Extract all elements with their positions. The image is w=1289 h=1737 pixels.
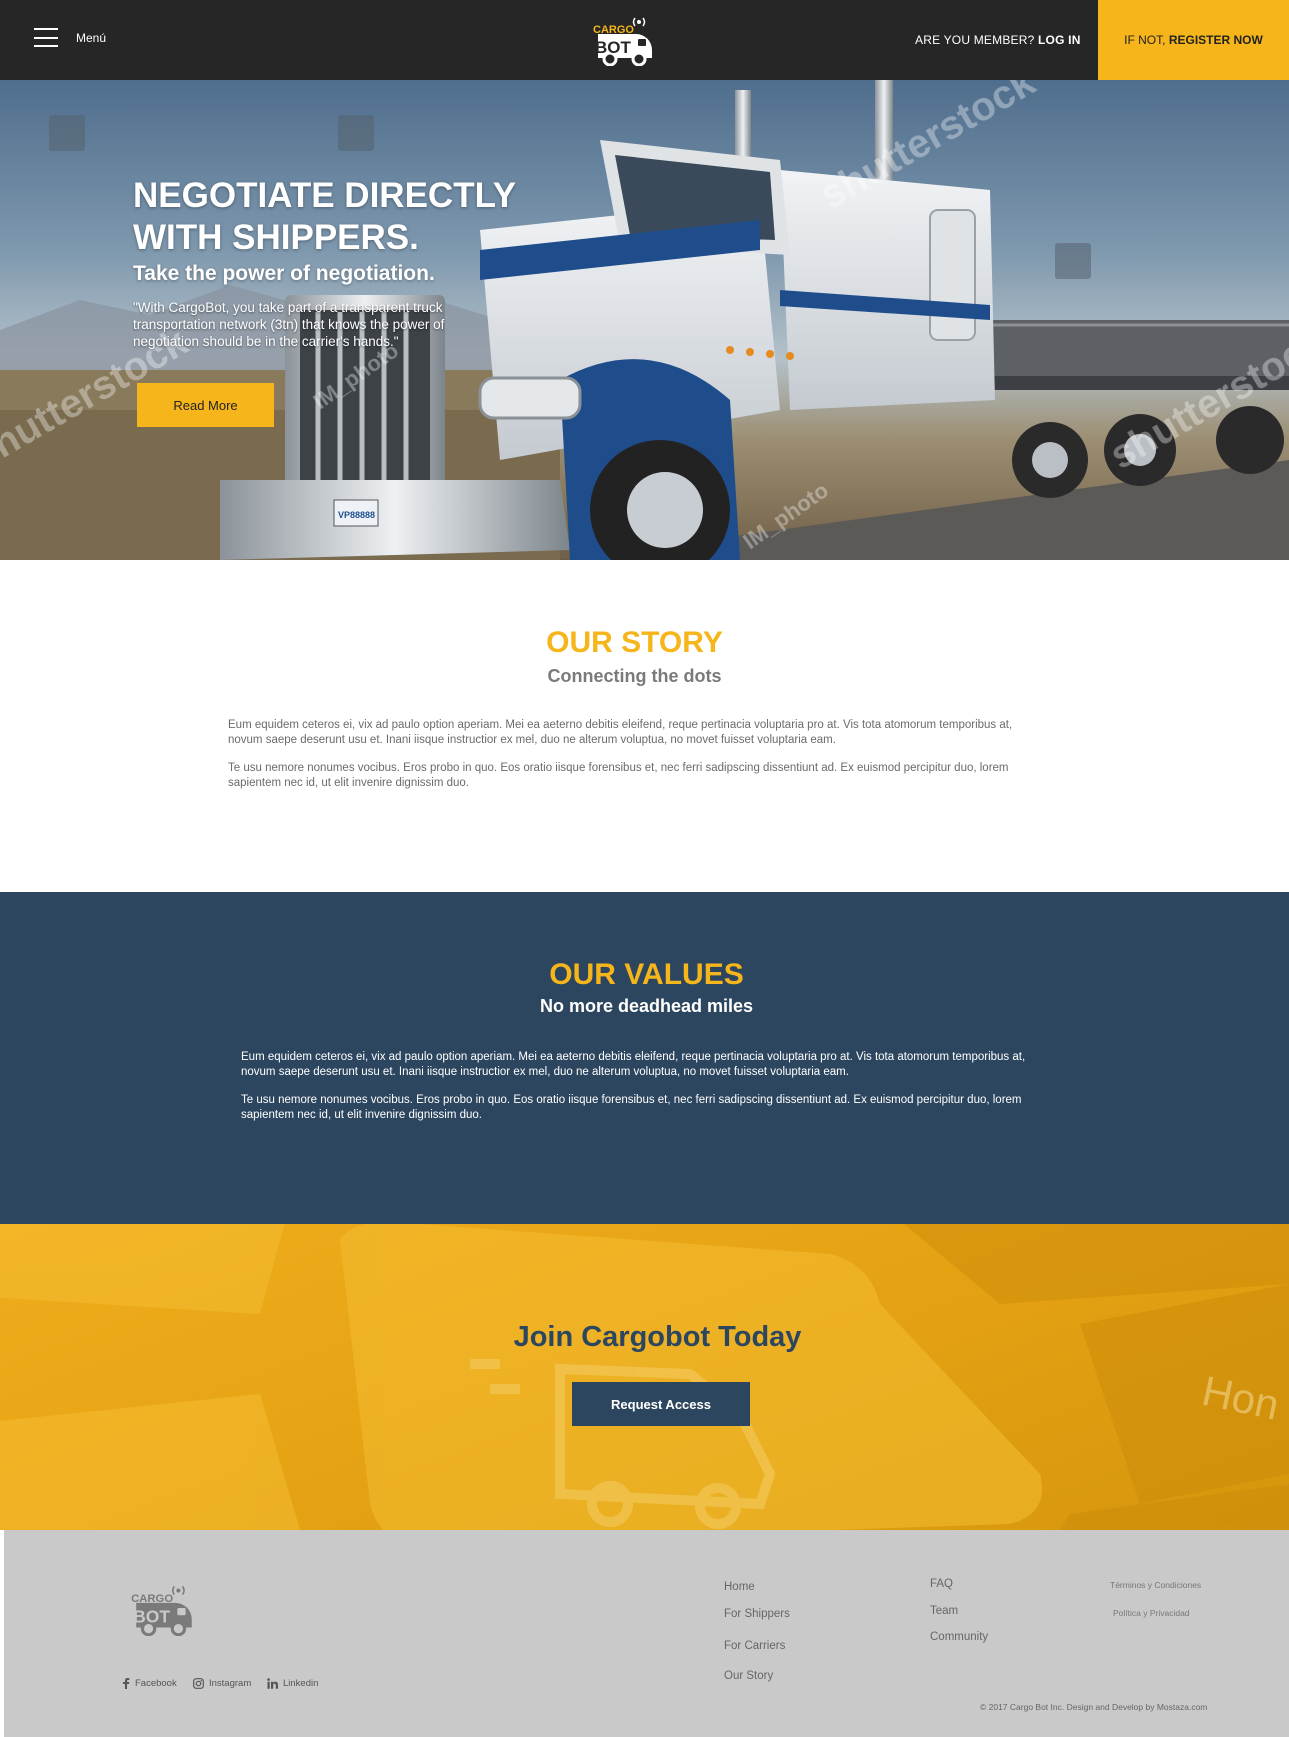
- site-footer: CARGO BOT Facebook Instagram Linkedin Ho…: [4, 1530, 1289, 1737]
- linkedin-icon: [267, 1678, 278, 1689]
- values-paragraph: Te usu nemore nonumes vocibus. Eros prob…: [241, 1094, 1022, 1121]
- license-plate-text: VP88888: [338, 510, 375, 520]
- values-subtitle: No more deadhead miles: [539, 996, 754, 1016]
- read-more-button[interactable]: Read More: [137, 383, 274, 427]
- our-story-section: OUR STORY Connecting the dots Eum equide…: [0, 560, 1289, 892]
- footer-logo-text-bot: BOT: [133, 1606, 170, 1626]
- keyboard-background-image: Hon: [0, 1224, 1289, 1530]
- footer-link-team[interactable]: Team: [930, 1605, 958, 1617]
- copyright-text: © 2017 Cargo Bot Inc. Design and Develop…: [980, 1702, 1208, 1712]
- hero-banner: VP88888 shutterstock IM_photo IM_photo s…: [0, 80, 1289, 560]
- join-title: Join Cargobot Today: [513, 1321, 802, 1353]
- footer-link-for-carriers[interactable]: For Carriers: [724, 1640, 785, 1652]
- hero-quote: "With CargoBot, you take part of a trans…: [133, 300, 445, 349]
- footer-link-community[interactable]: Community: [930, 1631, 988, 1643]
- story-paragraph: Eum equidem ceteros ei, vix ad paulo opt…: [228, 719, 1013, 746]
- logo-text-cargo: CARGO: [593, 24, 634, 36]
- hero-title: NEGOTIATE DIRECTLY WITH SHIPPERS.: [133, 176, 516, 257]
- footer-link-privacy[interactable]: Política y Privacidad: [1113, 1608, 1190, 1618]
- footer-link-faq[interactable]: FAQ: [930, 1578, 953, 1590]
- values-paragraph: Eum equidem ceteros ei, vix ad paulo opt…: [241, 1051, 1026, 1078]
- cargobot-logo[interactable]: CARGO BOT: [590, 12, 660, 67]
- register-prefix: IF NOT,: [1124, 33, 1166, 47]
- facebook-icon: [123, 1678, 130, 1689]
- logo-text-bot: BOT: [595, 38, 632, 57]
- join-section: Hon Join Cargobot Today Request Access: [0, 1224, 1289, 1530]
- login-label: LOG IN: [1038, 33, 1081, 47]
- hero-subtitle: Take the power of negotiation.: [133, 262, 435, 285]
- site-header: Menú CARGO BOT ARE YOU MEMBER? LOG IN IF…: [0, 0, 1289, 80]
- login-link[interactable]: ARE YOU MEMBER? LOG IN: [915, 33, 1081, 47]
- register-button[interactable]: IF NOT, REGISTER NOW: [1098, 0, 1289, 80]
- facebook-link[interactable]: Facebook: [122, 1678, 177, 1689]
- our-values-section: OUR VALUES No more deadhead miles Eum eq…: [0, 892, 1289, 1224]
- values-title: OUR VALUES: [549, 958, 744, 991]
- instagram-label: Instagram: [209, 1678, 252, 1689]
- footer-link-terms[interactable]: Términos y Condiciones: [1110, 1580, 1201, 1590]
- footer-link-for-shippers[interactable]: For Shippers: [724, 1608, 790, 1620]
- menu-label: Menú: [76, 30, 107, 45]
- story-paragraph: Te usu nemore nonumes vocibus. Eros prob…: [228, 762, 1009, 789]
- story-title: OUR STORY: [546, 626, 723, 659]
- footer-logo[interactable]: CARGO BOT: [128, 1580, 200, 1637]
- menu-button[interactable]: Menú: [34, 28, 106, 47]
- instagram-link[interactable]: Instagram: [193, 1678, 251, 1689]
- facebook-label: Facebook: [135, 1678, 177, 1689]
- footer-link-home[interactable]: Home: [724, 1581, 755, 1593]
- register-label: REGISTER NOW: [1168, 33, 1263, 47]
- request-access-button[interactable]: Request Access: [572, 1382, 750, 1426]
- linkedin-label: Linkedin: [283, 1678, 319, 1689]
- login-prefix: ARE YOU MEMBER?: [915, 33, 1035, 47]
- footer-logo-text-cargo: CARGO: [131, 1593, 173, 1605]
- linkedin-link[interactable]: Linkedin: [267, 1678, 318, 1689]
- instagram-icon: [193, 1678, 204, 1689]
- footer-link-our-story[interactable]: Our Story: [724, 1670, 773, 1682]
- story-subtitle: Connecting the dots: [547, 666, 722, 686]
- hamburger-icon[interactable]: [34, 28, 58, 47]
